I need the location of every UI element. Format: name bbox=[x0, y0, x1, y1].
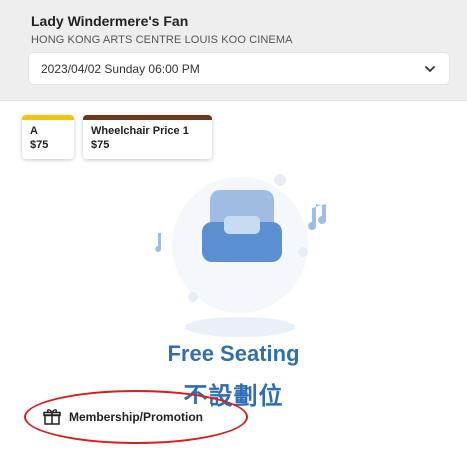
gift-icon bbox=[43, 409, 61, 425]
music-note-icon bbox=[155, 233, 162, 252]
event-header: Lady Windermere's Fan HONG KONG ARTS CEN… bbox=[0, 0, 467, 101]
membership-promotion-button[interactable]: Membership/Promotion bbox=[36, 404, 212, 430]
free-seating-title: Free Seating bbox=[167, 341, 300, 366]
performance-select[interactable]: 2023/04/02 Sunday 06:00 PM bbox=[29, 53, 449, 84]
price-zone-price: $75 bbox=[30, 139, 49, 151]
music-note-icon bbox=[308, 204, 327, 230]
price-zone-color-bar bbox=[22, 115, 74, 120]
armchair-icon bbox=[202, 190, 282, 262]
price-zone-card-wheelchair[interactable]: Wheelchair Price 1 $75 bbox=[83, 115, 212, 159]
free-seating-illustration bbox=[155, 174, 327, 337]
membership-promotion-label: Membership/Promotion bbox=[69, 410, 204, 424]
price-zone-card-a[interactable]: A $75 bbox=[22, 115, 74, 159]
chevron-down-icon bbox=[425, 66, 435, 72]
price-zone-color-bar bbox=[83, 115, 212, 120]
price-zone-name: A bbox=[30, 125, 38, 137]
price-zone-price: $75 bbox=[91, 139, 110, 151]
event-title: Lady Windermere's Fan bbox=[31, 13, 189, 29]
performance-select-value: 2023/04/02 Sunday 06:00 PM bbox=[41, 62, 200, 76]
event-venue: HONG KONG ARTS CENTRE LOUIS KOO CINEMA bbox=[31, 34, 293, 46]
price-zone-name: Wheelchair Price 1 bbox=[91, 125, 189, 137]
